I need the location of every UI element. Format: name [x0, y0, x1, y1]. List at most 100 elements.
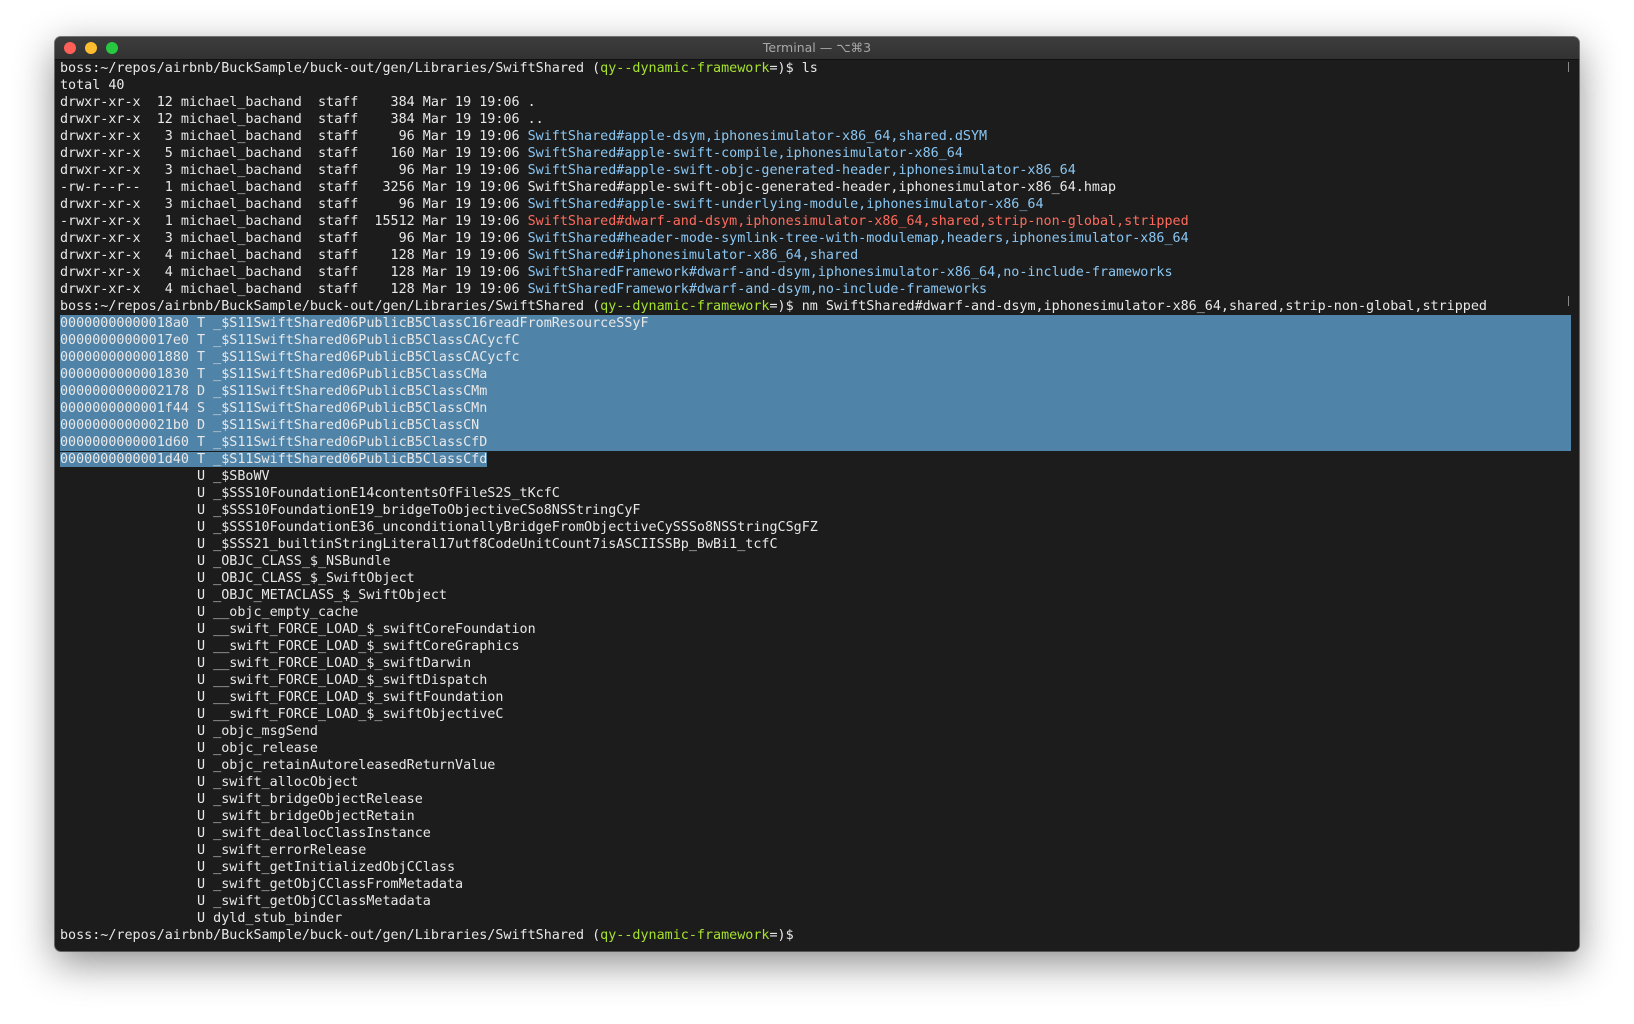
ls-entry: drwxr-xr-x 4 michael_bachand staff 128 M…	[60, 264, 1571, 281]
ls-entry-meta: drwxr-xr-x 4 michael_bachand staff 128 M…	[60, 265, 528, 280]
prompt-path: boss:~/repos/airbnb/BuckSample/buck-out/…	[60, 299, 601, 314]
nm-selected-symbols[interactable]: 00000000000018a0 T _$S11SwiftShared06Pub…	[60, 315, 1571, 468]
ls-entry: drwxr-xr-x 3 michael_bachand staff 96 Ma…	[60, 196, 1571, 213]
ls-entry-name: SwiftShared#iphonesimulator-x86_64,share…	[527, 248, 859, 263]
scroll-marker	[1568, 62, 1569, 72]
nm-undefined-symbol: U _objc_retainAutoreleasedReturnValue	[60, 758, 496, 773]
nm-undefined-symbol: U _swift_bridgeObjectRelease	[60, 792, 423, 807]
nm-undefined-symbol: U __swift_FORCE_LOAD_$_swiftDispatch	[60, 673, 488, 688]
nm-symbol-text: 00000000000017e0 T _$S11SwiftShared06Pub…	[60, 333, 520, 348]
ls-entry: drwxr-xr-x 3 michael_bachand staff 96 Ma…	[60, 230, 1571, 247]
nm-symbol-text: 00000000000021b0 D _$S11SwiftShared06Pub…	[60, 418, 480, 433]
ls-entry-name: SwiftShared#apple-dsym,iphonesimulator-x…	[527, 129, 988, 144]
nm-symbol-text: 0000000000001880 T _$S11SwiftShared06Pub…	[60, 350, 520, 365]
ls-entry-meta: -rwxr-xr-x 1 michael_bachand staff 15512…	[60, 214, 528, 229]
prompt-path: boss:~/repos/airbnb/BuckSample/buck-out/…	[60, 928, 601, 943]
terminal-window: Terminal — ⌥⌘3 boss:~/repos/airbnb/BuckS…	[55, 37, 1579, 951]
nm-undefined-symbol: U _swift_allocObject	[60, 775, 359, 790]
nm-undefined-symbol: U _OBJC_CLASS_$_SwiftObject	[60, 571, 415, 586]
ls-entry-name: SwiftSharedFramework#dwarf-and-dsym,ipho…	[527, 265, 1173, 280]
prompt-line: boss:~/repos/airbnb/BuckSample/buck-out/…	[60, 298, 1571, 315]
prompt-line: boss:~/repos/airbnb/BuckSample/buck-out/…	[60, 927, 1571, 944]
nm-undefined-symbol: U _OBJC_METACLASS_$_SwiftObject	[60, 588, 447, 603]
nm-undefined-symbol: U _swift_errorRelease	[60, 843, 367, 858]
command-text: ls	[801, 61, 818, 76]
nm-undefined-symbol: U __objc_empty_cache	[60, 605, 359, 620]
nm-undefined-symbol: U __swift_FORCE_LOAD_$_swiftDarwin	[60, 656, 472, 671]
ls-entry-meta: drwxr-xr-x 12 michael_bachand staff 384 …	[60, 95, 528, 110]
ls-entry: drwxr-xr-x 3 michael_bachand staff 96 Ma…	[60, 162, 1571, 179]
ls-total: total 40	[60, 78, 125, 93]
nm-symbol-text: 0000000000002178 D _$S11SwiftShared06Pub…	[60, 384, 488, 399]
nm-undefined-symbol: U __swift_FORCE_LOAD_$_swiftCoreFoundati…	[60, 622, 536, 637]
ls-entry: -rwxr-xr-x 1 michael_bachand staff 15512…	[60, 213, 1571, 230]
nm-symbol-line[interactable]: 00000000000017e0 T _$S11SwiftShared06Pub…	[60, 332, 1571, 349]
ls-entry-name: SwiftShared#apple-swift-objc-generated-h…	[527, 163, 1076, 178]
command-text: nm SwiftShared#dwarf-and-dsym,iphonesimu…	[801, 299, 1487, 314]
git-branch: qy--dynamic-framework	[600, 299, 770, 314]
ls-entry-name: SwiftShared#apple-swift-underlying-modul…	[527, 197, 1044, 212]
nm-undefined-symbol: U _swift_bridgeObjectRetain	[60, 809, 415, 824]
nm-symbol-text: 0000000000001830 T _$S11SwiftShared06Pub…	[60, 367, 488, 382]
nm-undefined-symbol: U _$SBoWV	[60, 469, 270, 484]
ls-entry: drwxr-xr-x 3 michael_bachand staff 96 Ma…	[60, 128, 1571, 145]
nm-symbol-line[interactable]: 00000000000021b0 D _$S11SwiftShared06Pub…	[60, 417, 1571, 434]
nm-symbol-text: 00000000000018a0 T _$S11SwiftShared06Pub…	[60, 316, 649, 331]
nm-undefined-symbol: U _objc_msgSend	[60, 724, 318, 739]
nm-undefined-symbol: U dyld_stub_binder	[60, 911, 343, 926]
ls-entry-name: SwiftSharedFramework#dwarf-and-dsym,no-i…	[527, 282, 988, 297]
nm-undefined-symbol: U __swift_FORCE_LOAD_$_swiftFoundation	[60, 690, 504, 705]
nm-undefined-symbol: U _objc_release	[60, 741, 318, 756]
nm-undefined-symbol: U _swift_getObjCClassMetadata	[60, 894, 431, 909]
ls-entry-name: SwiftShared#apple-swift-objc-generated-h…	[527, 180, 1117, 195]
title-bar[interactable]: Terminal — ⌥⌘3	[55, 37, 1579, 60]
prompt-line: boss:~/repos/airbnb/BuckSample/buck-out/…	[60, 60, 1571, 77]
nm-symbol-line[interactable]: 0000000000001830 T _$S11SwiftShared06Pub…	[60, 366, 1571, 383]
nm-undefined-symbol: U _$SSS10FoundationE19_bridgeToObjective…	[60, 503, 641, 518]
ls-entry-name: ..	[527, 112, 544, 127]
window-title: Terminal — ⌥⌘3	[762, 40, 872, 55]
ls-entry-meta: drwxr-xr-x 3 michael_bachand staff 96 Ma…	[60, 197, 528, 212]
nm-symbol-line[interactable]: 0000000000001f44 S _$S11SwiftShared06Pub…	[60, 400, 1571, 417]
terminal-content[interactable]: boss:~/repos/airbnb/BuckSample/buck-out/…	[60, 60, 1571, 951]
nm-symbol-line[interactable]: 0000000000001d60 T _$S11SwiftShared06Pub…	[60, 434, 1571, 451]
ls-entry-meta: drwxr-xr-x 3 michael_bachand staff 96 Ma…	[60, 163, 528, 178]
ls-entry-meta: drwxr-xr-x 4 michael_bachand staff 128 M…	[60, 282, 528, 297]
ls-entry-name: SwiftShared#dwarf-and-dsym,iphonesimulat…	[527, 214, 1189, 229]
ls-entry-meta: drwxr-xr-x 12 michael_bachand staff 384 …	[60, 112, 528, 127]
ls-entry-meta: drwxr-xr-x 3 michael_bachand staff 96 Ma…	[60, 231, 528, 246]
ls-entry-name: .	[527, 95, 536, 110]
git-branch: qy--dynamic-framework	[600, 61, 770, 76]
ls-entry: drwxr-xr-x 12 michael_bachand staff 384 …	[60, 111, 1571, 128]
nm-undefined-symbol: U _$SSS10FoundationE14contentsOfFileS2S_…	[60, 486, 560, 501]
nm-symbol-line[interactable]: 0000000000002178 D _$S11SwiftShared06Pub…	[60, 383, 1571, 400]
nm-undefined-symbols: U _$SBoWV U _$SSS10FoundationE14contents…	[60, 468, 1571, 927]
ls-entry-meta: drwxr-xr-x 5 michael_bachand staff 160 M…	[60, 146, 528, 161]
nm-symbol-line[interactable]: 0000000000001880 T _$S11SwiftShared06Pub…	[60, 349, 1571, 366]
nm-undefined-symbol: U __swift_FORCE_LOAD_$_swiftObjectiveC	[60, 707, 504, 722]
nm-undefined-symbol: U _swift_getObjCClassFromMetadata	[60, 877, 464, 892]
nm-symbol-text: 0000000000001d60 T _$S11SwiftShared06Pub…	[60, 435, 488, 450]
nm-undefined-symbol: U _swift_deallocClassInstance	[60, 826, 431, 841]
prompt-path: boss:~/repos/airbnb/BuckSample/buck-out/…	[60, 61, 601, 76]
ls-entry-name: SwiftShared#apple-swift-compile,iphonesi…	[527, 146, 963, 161]
ls-entry-meta: drwxr-xr-x 3 michael_bachand staff 96 Ma…	[60, 129, 528, 144]
nm-undefined-symbol: U _$SSS21_builtinStringLiteral17utf8Code…	[60, 537, 778, 552]
prompt-suffix: =)$	[769, 928, 802, 943]
ls-entry-name: SwiftShared#header-mode-symlink-tree-wit…	[527, 231, 1189, 246]
nm-symbol-text: 0000000000001f44 S _$S11SwiftShared06Pub…	[60, 401, 488, 416]
ls-entry: drwxr-xr-x 12 michael_bachand staff 384 …	[60, 94, 1571, 111]
nm-undefined-symbol: U _OBJC_CLASS_$_NSBundle	[60, 554, 391, 569]
scroll-marker	[1568, 296, 1569, 306]
prompt-suffix: =)$	[769, 299, 802, 314]
nm-undefined-symbol: U __swift_FORCE_LOAD_$_swiftCoreGraphics	[60, 639, 520, 654]
ls-entry-meta: -rw-r--r-- 1 michael_bachand staff 3256 …	[60, 180, 528, 195]
ls-entry: drwxr-xr-x 4 michael_bachand staff 128 M…	[60, 281, 1571, 298]
nm-symbol-line[interactable]: 00000000000018a0 T _$S11SwiftShared06Pub…	[60, 315, 1571, 332]
ls-entry: -rw-r--r-- 1 michael_bachand staff 3256 …	[60, 179, 1571, 196]
nm-undefined-symbol: U _swift_getInitializedObjCClass	[60, 860, 456, 875]
nm-undefined-symbol: U _$SSS10FoundationE36_unconditionallyBr…	[60, 520, 818, 535]
nm-symbol-text: 0000000000001d40 T _$S11SwiftShared06Pub…	[60, 452, 488, 467]
ls-listing: drwxr-xr-x 12 michael_bachand staff 384 …	[60, 94, 1571, 298]
nm-symbol-line[interactable]: 0000000000001d40 T _$S11SwiftShared06Pub…	[60, 451, 1571, 468]
